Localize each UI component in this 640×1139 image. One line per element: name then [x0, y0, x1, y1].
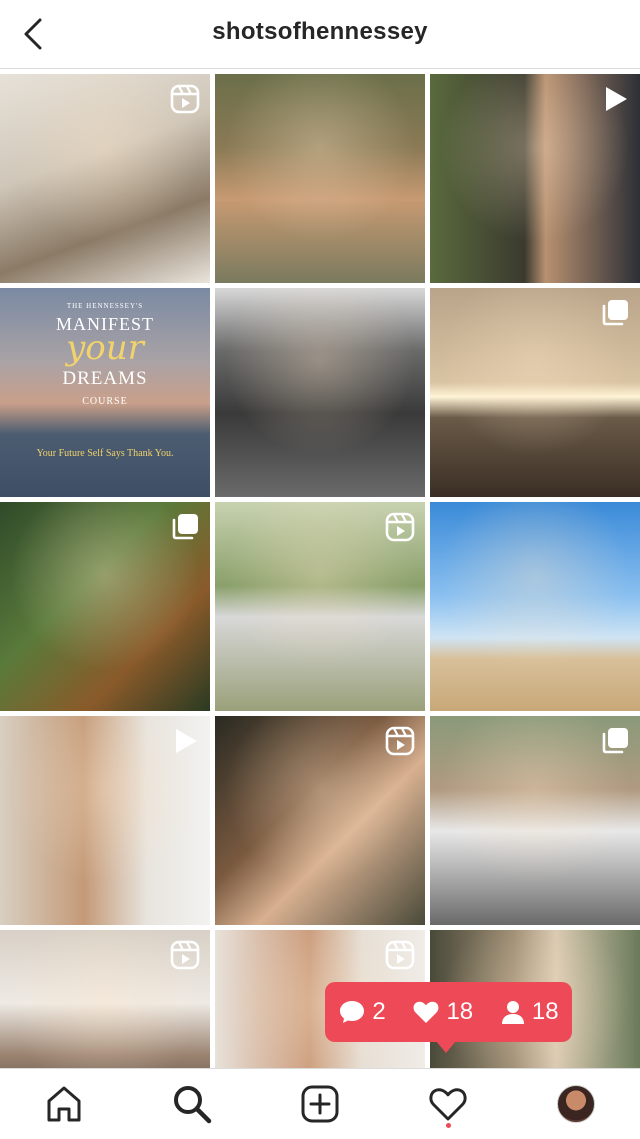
nav-new-post[interactable]: [296, 1080, 344, 1128]
photo-content: [430, 502, 640, 711]
comments-count: 2: [372, 998, 386, 1025]
nav-home[interactable]: [40, 1080, 88, 1128]
heart-icon: [414, 1001, 439, 1023]
follows-count-group: 18: [500, 998, 559, 1026]
post-8[interactable]: [215, 502, 425, 711]
activity-notification-bubble[interactable]: 2 18 18: [325, 982, 572, 1042]
manifest-presenter: THE HENNESSEY'S: [66, 302, 144, 310]
post-10[interactable]: [0, 716, 210, 925]
likes-count-group: 18: [412, 998, 473, 1026]
bottom-nav: [0, 1068, 640, 1139]
search-icon: [174, 1086, 212, 1124]
post-3[interactable]: [430, 74, 640, 283]
play-icon: [170, 726, 200, 756]
reels-icon: [385, 512, 415, 542]
play-icon: [600, 84, 630, 114]
post-2[interactable]: [215, 74, 425, 283]
nav-activity[interactable]: [424, 1080, 472, 1128]
manifest-tagline: Your Future Self Says Thank You.: [36, 448, 174, 459]
manifest-course-graphic: THE HENNESSEY'S MANIFEST your DREAMS COURSE Y…: [0, 288, 210, 497]
notification-pointer: [436, 1041, 456, 1053]
post-6[interactable]: [430, 288, 640, 497]
home-icon: [47, 1086, 81, 1122]
carousel-icon: [600, 726, 630, 756]
nav-profile[interactable]: [552, 1080, 600, 1128]
post-12[interactable]: [430, 716, 640, 925]
post-5[interactable]: [215, 288, 425, 497]
post-grid: THE HENNESSEY'S MANIFEST your DREAMS COURSE Y…: [0, 74, 640, 1139]
reels-icon: [170, 940, 200, 970]
top-bar: shotsofhennessey: [0, 0, 640, 69]
activity-heart-icon: [429, 1088, 467, 1121]
photo-content: [215, 288, 425, 497]
reels-icon: [170, 84, 200, 114]
manifest-line2: DREAMS: [62, 368, 148, 389]
profile-avatar: [557, 1085, 595, 1123]
post-9[interactable]: [430, 502, 640, 711]
page-title: shotsofhennessey: [212, 18, 428, 45]
person-icon: [501, 1001, 524, 1024]
post-4[interactable]: THE HENNESSEY'S MANIFEST your DREAMS COURSE Y…: [0, 288, 210, 497]
reels-icon: [385, 726, 415, 756]
likes-count: 18: [446, 998, 474, 1025]
carousel-icon: [170, 512, 200, 542]
reels-icon: [385, 940, 415, 970]
follows-count: 18: [531, 998, 559, 1025]
activity-indicator-dot: [446, 1123, 451, 1128]
carousel-icon: [600, 298, 630, 328]
post-11[interactable]: [215, 716, 425, 925]
manifest-course: COURSE: [82, 396, 128, 407]
manifest-script: your: [66, 328, 144, 368]
comments-count-group: 2: [338, 998, 386, 1026]
nav-search[interactable]: [168, 1080, 216, 1128]
comment-icon: [340, 1001, 365, 1023]
photo-content: [215, 74, 425, 283]
post-7[interactable]: [0, 502, 210, 711]
post-1[interactable]: [0, 74, 210, 283]
new-post-icon: [301, 1085, 339, 1123]
